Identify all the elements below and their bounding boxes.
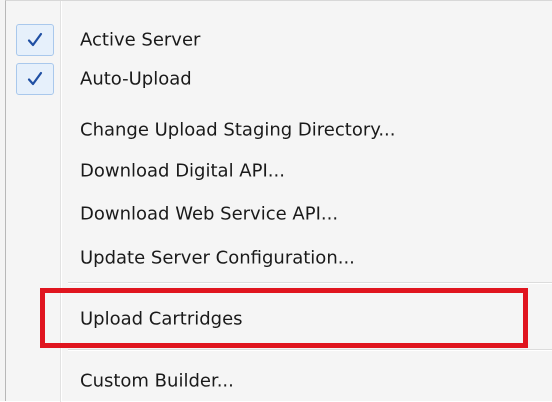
menu-item-change-upload-staging-directory[interactable]: Change Upload Staging Directory... — [6, 110, 552, 150]
menu-item-download-web-service-api[interactable]: Download Web Service API... — [6, 194, 552, 234]
menu-separator — [68, 349, 552, 351]
menu-item-auto-upload[interactable]: Auto-Upload — [6, 59, 552, 99]
menu-item-update-server-configuration[interactable]: Update Server Configuration... — [6, 238, 552, 278]
menu-separator — [68, 282, 552, 284]
check-icon — [16, 63, 54, 95]
menu-item-label: Upload Cartridges — [80, 308, 243, 330]
menu-item-label: Active Server — [80, 29, 201, 51]
menu-item-label: Download Digital API... — [80, 160, 285, 182]
check-icon — [16, 24, 54, 56]
menu-item-label: Download Web Service API... — [80, 203, 339, 225]
menu-item-active-server[interactable]: Active Server — [6, 20, 552, 60]
menu-item-download-digital-api[interactable]: Download Digital API... — [6, 151, 552, 191]
menu-item-upload-cartridges[interactable]: Upload Cartridges — [6, 299, 552, 339]
menu-item-custom-builder[interactable]: Custom Builder... — [6, 361, 552, 401]
menu-item-label: Auto-Upload — [80, 68, 192, 90]
menu-item-label: Update Server Configuration... — [80, 247, 355, 269]
menu-item-label: Change Upload Staging Directory... — [80, 119, 396, 141]
context-menu: Active Server Auto-Upload Change Upload … — [5, 0, 552, 402]
menu-item-label: Custom Builder... — [80, 370, 234, 392]
